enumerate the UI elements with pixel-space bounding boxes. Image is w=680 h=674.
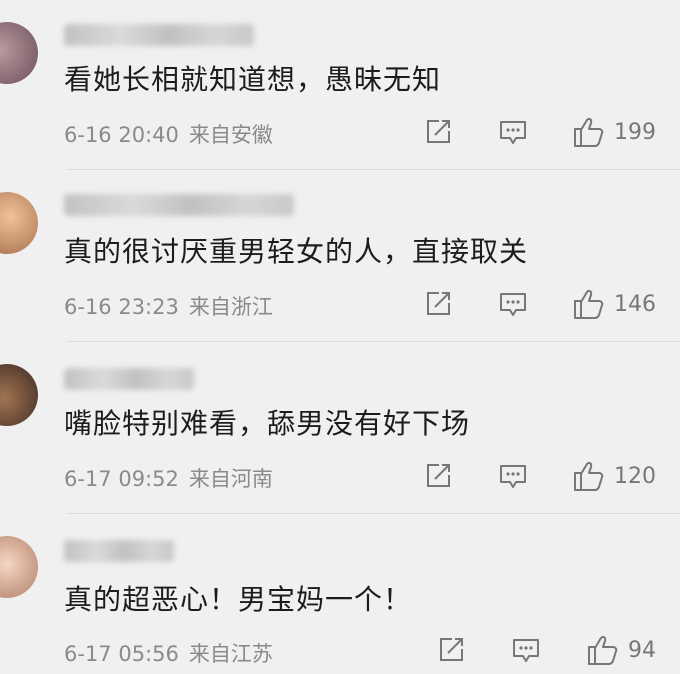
like-count: 94 bbox=[628, 637, 656, 663]
username-blurred[interactable] bbox=[64, 24, 254, 46]
comment-location: 来自安徽 bbox=[188, 123, 273, 147]
share-icon bbox=[427, 464, 450, 487]
comment-icon bbox=[500, 465, 526, 488]
share-icon bbox=[427, 120, 450, 143]
comment-icon bbox=[500, 121, 526, 144]
like-button[interactable]: 146 bbox=[572, 288, 656, 320]
share-button[interactable] bbox=[423, 288, 453, 320]
like-count: 120 bbox=[614, 463, 656, 489]
comment-meta: 6-16 20:40 来自安徽 bbox=[64, 119, 273, 149]
username-blurred[interactable] bbox=[64, 368, 194, 390]
share-icon bbox=[440, 638, 463, 661]
like-button[interactable]: 199 bbox=[572, 116, 656, 148]
thumbs-up-icon bbox=[588, 636, 618, 665]
comment-item: 真的很讨厌重男轻女的人，直接取关 6-16 23:23 来自浙江 146 bbox=[0, 170, 680, 342]
comment-text: 看她长相就知道想，愚昧无知 bbox=[64, 63, 442, 96]
comment-button[interactable] bbox=[511, 634, 541, 666]
avatar[interactable] bbox=[0, 22, 38, 84]
comment-time: 6-16 23:23 bbox=[64, 295, 179, 319]
comment-meta: 6-17 05:56 来自江苏 bbox=[64, 638, 273, 668]
comment-meta: 6-17 09:52 来自河南 bbox=[64, 463, 273, 493]
comment-icon bbox=[500, 293, 526, 316]
comment-location: 来自浙江 bbox=[188, 295, 273, 319]
avatar[interactable] bbox=[0, 536, 38, 598]
comment-text: 嘴脸特别难看，舔男没有好下场 bbox=[64, 407, 471, 440]
comment-button[interactable] bbox=[498, 460, 528, 492]
username-blurred[interactable] bbox=[64, 540, 174, 562]
share-button[interactable] bbox=[423, 116, 453, 148]
comment-item: 嘴脸特别难看，舔男没有好下场 6-17 09:52 来自河南 120 bbox=[0, 342, 680, 514]
avatar[interactable] bbox=[0, 364, 38, 426]
comment-time: 6-16 20:40 bbox=[64, 123, 179, 147]
thumbs-up-icon bbox=[574, 290, 604, 319]
share-icon bbox=[427, 292, 450, 315]
comment-location: 来自河南 bbox=[188, 467, 273, 491]
comment-item: 真的超恶心！男宝妈一个！ 6-17 05:56 来自江苏 94 bbox=[0, 514, 680, 674]
thumbs-up-icon bbox=[574, 462, 604, 491]
share-button[interactable] bbox=[436, 634, 466, 666]
comment-icon bbox=[513, 639, 539, 662]
username-blurred[interactable] bbox=[64, 194, 294, 216]
comment-text: 真的很讨厌重男轻女的人，直接取关 bbox=[64, 235, 529, 268]
comment-time: 6-17 09:52 bbox=[64, 467, 179, 491]
share-button[interactable] bbox=[423, 460, 453, 492]
comment-location: 来自江苏 bbox=[188, 642, 273, 666]
like-count: 199 bbox=[614, 119, 656, 145]
like-button[interactable]: 94 bbox=[586, 634, 656, 666]
comment-meta: 6-16 23:23 来自浙江 bbox=[64, 291, 273, 321]
comment-text: 真的超恶心！男宝妈一个！ bbox=[64, 583, 413, 616]
comment-button[interactable] bbox=[498, 288, 528, 320]
comment-time: 6-17 05:56 bbox=[64, 642, 179, 666]
like-count: 146 bbox=[614, 291, 656, 317]
like-button[interactable]: 120 bbox=[572, 460, 656, 492]
comment-item: 看她长相就知道想，愚昧无知 6-16 20:40 来自安徽 199 bbox=[0, 0, 680, 170]
avatar[interactable] bbox=[0, 192, 38, 254]
comment-button[interactable] bbox=[498, 116, 528, 148]
thumbs-up-icon bbox=[574, 118, 604, 147]
